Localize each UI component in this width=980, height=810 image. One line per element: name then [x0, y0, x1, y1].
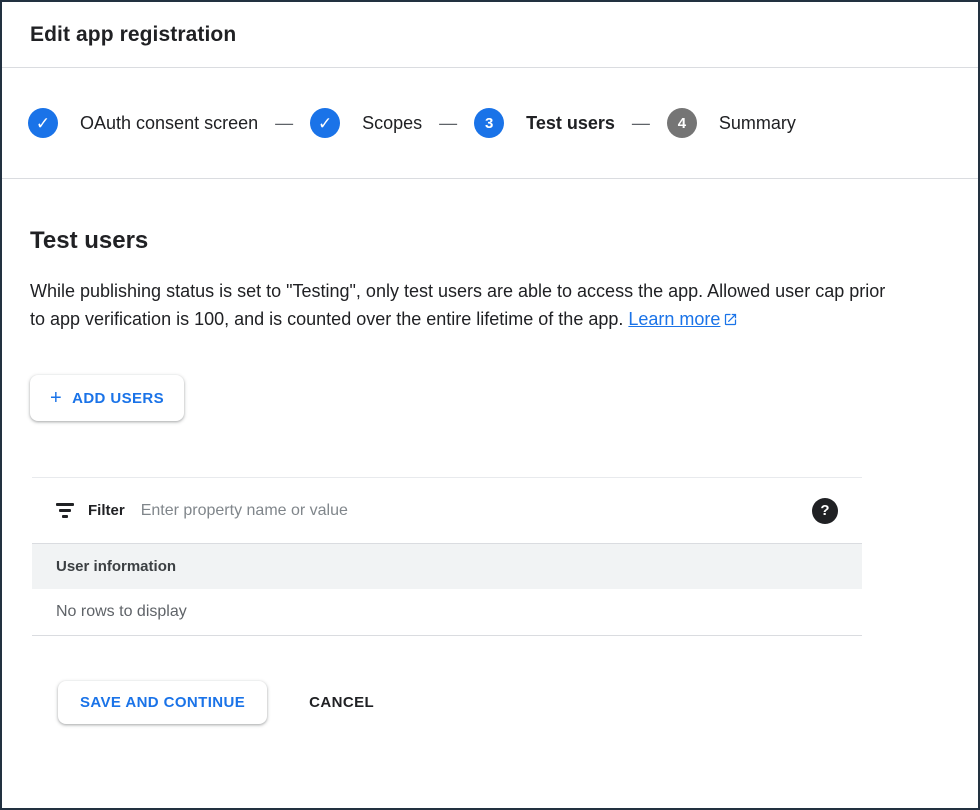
step-label-oauth-consent-screen: OAuth consent screen — [80, 113, 258, 134]
footer-actions: SAVE AND CONTINUE CANCEL — [30, 681, 950, 724]
step-number-icon: 4 — [667, 108, 697, 138]
step-separator: — — [275, 113, 293, 134]
step-summary[interactable]: 4 Summary — [667, 108, 796, 138]
step-number-icon: 3 — [474, 108, 504, 138]
plus-icon: + — [50, 388, 62, 408]
table-column-header: User information — [32, 544, 862, 589]
step-test-users[interactable]: 3 Test users — [474, 108, 615, 138]
section-description: While publishing status is set to "Testi… — [30, 277, 886, 333]
step-separator: — — [632, 113, 650, 134]
learn-more-link[interactable]: Learn more — [628, 309, 738, 329]
step-scopes[interactable]: ✓ Scopes — [310, 108, 422, 138]
add-users-button[interactable]: + ADD USERS — [30, 375, 184, 421]
description-text: While publishing status is set to "Testi… — [30, 281, 885, 329]
filter-input[interactable] — [141, 502, 812, 520]
help-icon[interactable]: ? — [812, 498, 838, 524]
page-header: Edit app registration — [2, 2, 978, 68]
edit-app-registration-window: Edit app registration ✓ OAuth consent sc… — [0, 0, 980, 810]
cancel-button[interactable]: CANCEL — [309, 694, 374, 711]
step-done-check-icon: ✓ — [28, 108, 58, 138]
filter-icon — [56, 503, 74, 518]
test-users-table: Filter ? User information No rows to dis… — [32, 477, 862, 636]
step-oauth-consent-screen[interactable]: ✓ OAuth consent screen — [28, 108, 258, 138]
table-empty-row: No rows to display — [32, 589, 862, 636]
save-and-continue-button[interactable]: SAVE AND CONTINUE — [58, 681, 267, 724]
page-title: Edit app registration — [30, 23, 236, 47]
wizard-stepper: ✓ OAuth consent screen — ✓ Scopes — 3 Te… — [2, 68, 978, 179]
external-link-icon — [723, 312, 738, 327]
step-separator: — — [439, 113, 457, 134]
section-heading: Test users — [30, 227, 950, 255]
main-content: Test users While publishing status is se… — [2, 179, 978, 724]
step-label-summary: Summary — [719, 113, 796, 134]
step-label-scopes: Scopes — [362, 113, 422, 134]
step-done-check-icon: ✓ — [310, 108, 340, 138]
filter-bar: Filter ? — [32, 478, 862, 544]
step-label-test-users: Test users — [526, 113, 615, 134]
filter-label: Filter — [88, 502, 125, 519]
